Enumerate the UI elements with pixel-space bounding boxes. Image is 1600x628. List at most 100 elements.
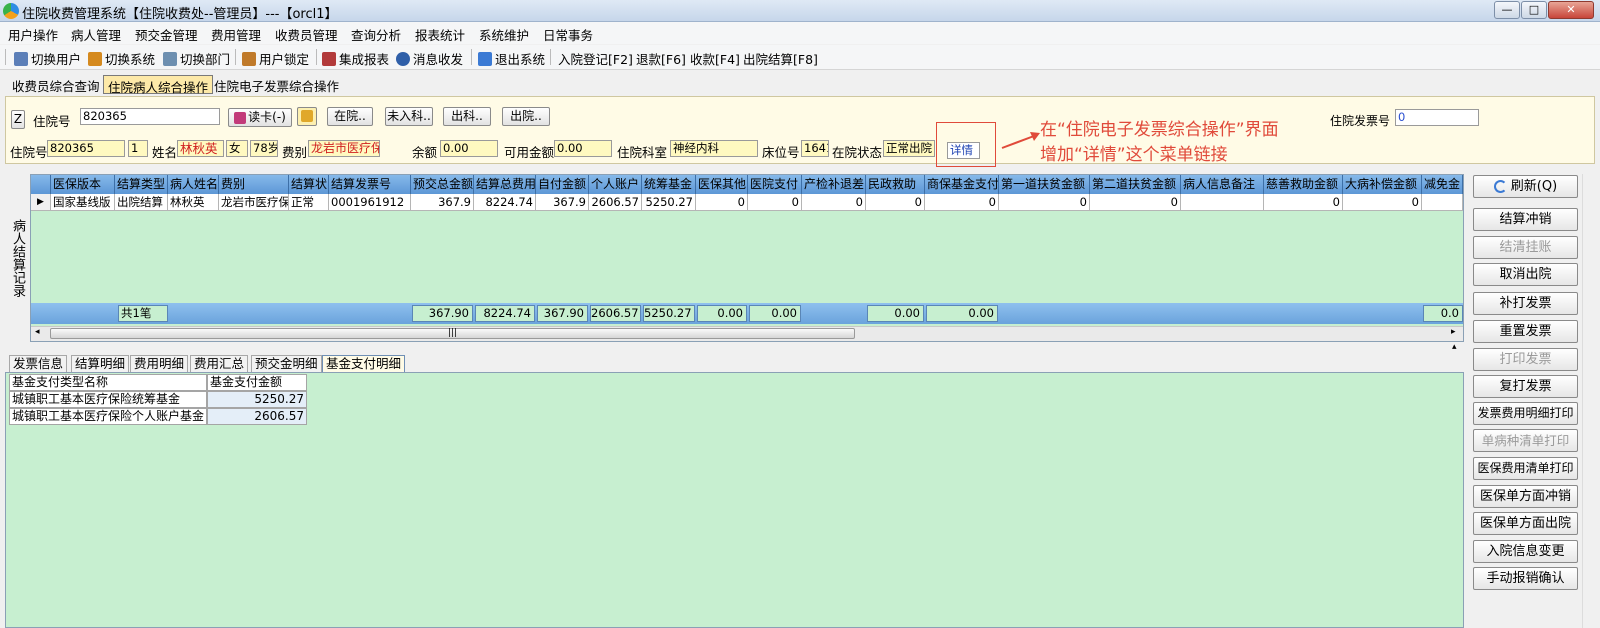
table-cell[interactable]: 8224.74 — [474, 194, 536, 211]
scroll-right-icon[interactable]: ▸ — [1451, 327, 1456, 337]
invoice-no-input[interactable]: 0 — [1395, 109, 1479, 126]
menu-patient-mgmt[interactable]: 病人管理 — [71, 25, 121, 44]
col-patient-name[interactable]: 病人姓名 — [168, 175, 219, 194]
col-settle-status[interactable]: 结算状 — [289, 175, 329, 194]
col-prepay-total[interactable]: 预交总金额 — [411, 175, 474, 194]
table-cell[interactable]: 0 — [748, 194, 802, 211]
admission-info-change-button[interactable]: 入院信息变更 — [1473, 540, 1578, 563]
table-cell[interactable]: 2606.57 — [589, 194, 642, 211]
admission-register-button[interactable]: 入院登记[F2] — [558, 49, 633, 68]
menu-cashier-mgmt[interactable]: 收费员管理 — [275, 25, 338, 44]
tab-prepay-detail[interactable]: 预交金明细 — [251, 355, 322, 372]
col-poverty-first[interactable]: 第一道扶贫金额 — [999, 175, 1090, 194]
single-disease-list-print-button[interactable]: 单病种清单打印 — [1473, 429, 1578, 452]
discharge-button[interactable]: 出院.. — [502, 107, 550, 126]
tab-cashier-query[interactable]: 收费员综合查询 — [8, 75, 104, 94]
collect-button[interactable]: 收款[F4] — [690, 49, 740, 68]
fund-row-amount[interactable]: 2606.57 — [207, 408, 307, 425]
minimize-button[interactable]: — — [1494, 1, 1520, 19]
clear-button[interactable] — [297, 107, 317, 126]
insurance-unilateral-reversal-button[interactable]: 医保单方面冲销 — [1473, 485, 1578, 508]
table-cell[interactable]: 0 — [1090, 194, 1181, 211]
col-pooled-fund[interactable]: 统筹基金 — [642, 175, 696, 194]
search-hosp-no-input[interactable]: 820365 — [80, 108, 220, 125]
switch-dept-button[interactable]: 切换部门 — [163, 49, 230, 68]
out-dept-button[interactable]: 出科.. — [443, 107, 491, 126]
table-cell[interactable]: 0 — [999, 194, 1090, 211]
col-fee-type[interactable]: 费别 — [219, 175, 289, 194]
clear-pending-button[interactable]: 结清挂账 — [1473, 236, 1578, 259]
invoice-fee-detail-print-button[interactable]: 发票费用明细打印 — [1473, 402, 1578, 425]
table-cell[interactable]: 0001961912 — [329, 194, 411, 211]
tab-inpatient-ops[interactable]: 住院病人综合操作 — [103, 75, 214, 95]
col-major-illness[interactable]: 大病补偿金额 — [1343, 175, 1422, 194]
tab-settle-detail[interactable]: 结算明细 — [71, 355, 130, 372]
refund-button[interactable]: 退款[F6] — [636, 49, 686, 68]
table-cell[interactable]: 367.9 — [536, 194, 589, 211]
table-cell[interactable]: 0 — [802, 194, 866, 211]
fund-row-type[interactable]: 城镇职工基本医疗保险个人账户基金 — [9, 408, 207, 425]
tab-fee-summary[interactable]: 费用汇总 — [190, 355, 249, 372]
manual-reimburse-confirm-button[interactable]: 手动报销确认 — [1473, 567, 1578, 590]
menu-prepay-mgmt[interactable]: 预交金管理 — [135, 25, 198, 44]
col-poverty-second[interactable]: 第二道扶贫金额 — [1090, 175, 1181, 194]
collapse-up-icon[interactable]: ▴ — [1452, 342, 1457, 352]
exit-system-button[interactable]: 退出系统 — [478, 49, 545, 68]
table-cell[interactable]: 正常 — [289, 194, 329, 211]
col-civil-aid[interactable]: 民政救助 — [866, 175, 925, 194]
insurance-unilateral-discharge-button[interactable]: 医保单方面出院 — [1473, 512, 1578, 535]
table-cell[interactable]: 国家基线版 — [51, 194, 115, 211]
col-commercial-fund[interactable]: 商保基金支付 — [925, 175, 999, 194]
integrated-report-button[interactable]: 集成报表 — [322, 49, 389, 68]
in-hospital-button[interactable]: 在院.. — [327, 107, 373, 126]
reset-invoice-button[interactable]: 重置发票 — [1473, 320, 1578, 343]
table-cell[interactable]: 0 — [866, 194, 925, 211]
table-cell[interactable] — [1422, 194, 1463, 211]
menu-fee-mgmt[interactable]: 费用管理 — [211, 25, 261, 44]
scrollbar-thumb[interactable]: ||| — [50, 328, 855, 339]
tab-invoice-info[interactable]: 发票信息 — [9, 355, 68, 372]
refresh-button[interactable]: 刷新(Q) — [1473, 175, 1578, 198]
col-reduction[interactable]: 减免金 — [1422, 175, 1463, 194]
fund-header-amount[interactable]: 基金支付金额 — [207, 374, 307, 391]
col-ins-version[interactable]: 医保版本 — [51, 175, 115, 194]
switch-system-button[interactable]: 切换系统 — [88, 49, 155, 68]
menu-system-maint[interactable]: 系统维护 — [479, 25, 529, 44]
maximize-button[interactable]: □ — [1521, 1, 1547, 19]
close-button[interactable]: ✕ — [1548, 1, 1594, 19]
col-settle-type[interactable]: 结算类型 — [115, 175, 168, 194]
right-panel-scrollbar[interactable] — [1582, 174, 1596, 628]
tab-e-invoice-ops[interactable]: 住院电子发票综合操作 — [210, 75, 343, 94]
table-cell[interactable]: 0 — [925, 194, 999, 211]
row-selector-icon[interactable]: ▶ — [31, 194, 51, 211]
read-card-button[interactable]: 读卡(-) — [228, 108, 292, 127]
table-cell[interactable]: 龙岩市医疗保 — [219, 194, 289, 211]
table-cell[interactable]: 5250.27 — [642, 194, 696, 211]
col-prenatal-diff[interactable]: 产检补退差 — [802, 175, 866, 194]
col-ins-other[interactable]: 医保其他 — [696, 175, 748, 194]
col-self-pay[interactable]: 自付金额 — [536, 175, 589, 194]
cancel-discharge-button[interactable]: 取消出院 — [1473, 263, 1578, 286]
fund-row-amount[interactable]: 5250.27 — [207, 391, 307, 408]
col-settle-total[interactable]: 结算总费用 — [474, 175, 536, 194]
discharge-settlement-button[interactable]: 出院结算[F8] — [743, 49, 818, 68]
messages-button[interactable]: 消息收发 — [396, 49, 463, 68]
switch-user-button[interactable]: 切换用户 — [14, 49, 81, 68]
reprint-invoice-button[interactable]: 复打发票 — [1473, 375, 1578, 398]
table-cell[interactable]: 出院结算 — [115, 194, 168, 211]
col-hospital-pay[interactable]: 医院支付 — [748, 175, 802, 194]
col-personal-account[interactable]: 个人账户 — [589, 175, 642, 194]
col-patient-note[interactable]: 病人信息备注 — [1181, 175, 1264, 194]
table-cell[interactable]: 0 — [696, 194, 748, 211]
col-charity-aid[interactable]: 慈善救助金额 — [1264, 175, 1343, 194]
table-cell[interactable]: 0 — [1343, 194, 1422, 211]
print-invoice-button[interactable]: 打印发票 — [1473, 348, 1578, 371]
tab-fee-detail[interactable]: 费用明细 — [130, 355, 189, 372]
table-cell[interactable]: 367.9 — [411, 194, 474, 211]
menu-query-analysis[interactable]: 查询分析 — [351, 25, 401, 44]
menu-daily-affairs[interactable]: 日常事务 — [543, 25, 593, 44]
tab-fund-payment-detail[interactable]: 基金支付明细 — [322, 355, 406, 372]
menu-reports[interactable]: 报表统计 — [415, 25, 465, 44]
table-cell[interactable]: 0 — [1264, 194, 1343, 211]
settlement-reversal-button[interactable]: 结算冲销 — [1473, 208, 1578, 231]
